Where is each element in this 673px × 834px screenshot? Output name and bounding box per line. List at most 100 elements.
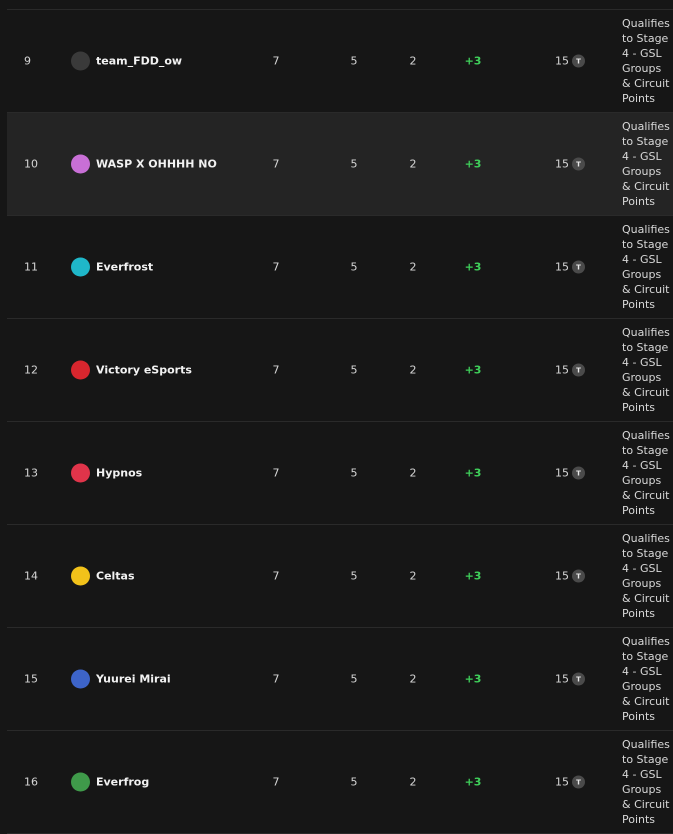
team-cell[interactable]: Yuurei Mirai — [71, 669, 171, 689]
played-cell: 7 — [272, 672, 280, 686]
wins-cell: 5 — [350, 260, 358, 274]
team-name[interactable]: Everfrog — [96, 776, 149, 789]
points-badge-icon: T — [572, 672, 585, 686]
team-name[interactable]: Hypnos — [96, 467, 142, 480]
points-cell: 15 T — [555, 672, 585, 686]
losses-cell: 2 — [409, 569, 417, 583]
victory-logo-icon — [71, 360, 90, 380]
wins-cell: 5 — [350, 157, 358, 171]
everfrost-logo-icon — [71, 257, 90, 277]
played-cell: 7 — [272, 775, 280, 789]
team-name[interactable]: Everfrost — [96, 261, 153, 274]
table-row[interactable]: 14 Celtas 7 5 2 +3 15 T Qualifies to Stage 4 - G… — [7, 525, 673, 628]
outcome-text: Qualifies to Stage 4 - GSL Groups & Circ… — [622, 532, 670, 620]
table-row[interactable]: 13 Hypnos 7 5 2 +3 15 T Qualifies to Stage 4 - G… — [7, 422, 673, 525]
map-diff-cell: +3 — [464, 54, 482, 68]
outcome-text: Qualifies to Stage 4 - GSL Groups & Circ… — [622, 223, 670, 311]
rank-cell: 15 — [24, 672, 38, 686]
rank-cell: 16 — [24, 775, 38, 789]
played-cell: 7 — [272, 466, 280, 480]
rank-cell: 12 — [24, 363, 38, 377]
team-name[interactable]: Yuurei Mirai — [96, 673, 171, 686]
points-value: 15 — [555, 569, 569, 583]
points-badge-icon: T — [572, 54, 585, 68]
rank-cell: 11 — [24, 260, 38, 274]
table-row[interactable]: 11 Everfrost 7 5 2 +3 15 T Qualifies to Stage 4 … — [7, 216, 673, 319]
team-name[interactable]: team_FDD_ow — [96, 55, 182, 68]
table-row[interactable]: 15 Yuurei Mirai 7 5 2 +3 15 T Qualifies to Stage… — [7, 628, 673, 731]
outcome-text: Qualifies to Stage 4 - GSL Groups & Circ… — [622, 326, 670, 414]
wins-cell: 5 — [350, 775, 358, 789]
table-row[interactable]: 16 Everfrog 7 5 2 +3 15 T Qualifies to Stage 4 -… — [7, 731, 673, 834]
played-cell: 7 — [272, 363, 280, 377]
points-badge-icon: T — [572, 260, 585, 274]
outcome-text: Qualifies to Stage 4 - GSL Groups & Circ… — [622, 635, 670, 723]
outcome-text: Qualifies to Stage 4 - GSL Groups & Circ… — [622, 429, 670, 517]
map-diff-cell: +3 — [464, 569, 482, 583]
map-diff-cell: +3 — [464, 775, 482, 789]
team-cell[interactable]: Hypnos — [71, 463, 142, 483]
points-value: 15 — [555, 466, 569, 480]
points-value: 15 — [555, 260, 569, 274]
points-cell: 15 T — [555, 260, 585, 274]
points-badge-icon: T — [572, 157, 585, 171]
points-cell: 15 T — [555, 569, 585, 583]
points-cell: 15 T — [555, 466, 585, 480]
points-cell: 15 T — [555, 54, 585, 68]
table-row[interactable]: 12 Victory eSports 7 5 2 +3 15 T Qualifies to St… — [7, 319, 673, 422]
rank-cell: 14 — [24, 569, 38, 583]
played-cell: 7 — [272, 260, 280, 274]
team-name[interactable]: Celtas — [96, 570, 135, 583]
map-diff-cell: +3 — [464, 363, 482, 377]
losses-cell: 2 — [409, 363, 417, 377]
wins-cell: 5 — [350, 363, 358, 377]
team-cell[interactable]: WASP X OHHHH NO — [71, 154, 217, 174]
map-diff-cell: +3 — [464, 157, 482, 171]
map-diff-cell: +3 — [464, 466, 482, 480]
wins-cell: 5 — [350, 54, 358, 68]
points-value: 15 — [555, 672, 569, 686]
table-row[interactable]: 9 team_FDD_ow 7 5 2 +3 15 T Qualifies to Stage 4… — [7, 10, 673, 113]
losses-cell: 2 — [409, 672, 417, 686]
wins-cell: 5 — [350, 569, 358, 583]
team-cell[interactable]: Victory eSports — [71, 360, 192, 380]
points-badge-icon: T — [572, 775, 585, 789]
outcome-text: Qualifies to Stage 4 - GSL Groups & Circ… — [622, 120, 670, 208]
wins-cell: 5 — [350, 466, 358, 480]
team-name[interactable]: Victory eSports — [96, 364, 192, 377]
team-cell[interactable]: Everfrost — [71, 257, 153, 277]
losses-cell: 2 — [409, 260, 417, 274]
yuurei-mirai-logo-icon — [71, 669, 90, 689]
team-cell[interactable]: team_FDD_ow — [71, 51, 182, 71]
hypnos-logo-icon — [71, 463, 90, 483]
losses-cell: 2 — [409, 466, 417, 480]
played-cell: 7 — [272, 157, 280, 171]
losses-cell: 2 — [409, 54, 417, 68]
points-badge-icon: T — [572, 569, 585, 583]
rank-cell: 10 — [24, 157, 38, 171]
points-value: 15 — [555, 54, 569, 68]
points-badge-icon: T — [572, 363, 585, 377]
losses-cell: 2 — [409, 157, 417, 171]
outcome-text: Qualifies to Stage 4 - GSL Groups & Circ… — [622, 738, 670, 826]
team-cell[interactable]: Everfrog — [71, 772, 149, 792]
team-cell[interactable]: Celtas — [71, 566, 135, 586]
points-value: 15 — [555, 775, 569, 789]
points-badge-icon: T — [572, 466, 585, 480]
wins-cell: 5 — [350, 672, 358, 686]
everfrog-logo-icon — [71, 772, 90, 792]
points-cell: 15 T — [555, 363, 585, 377]
outcome-text: Qualifies to Stage 4 - GSL Groups & Circ… — [622, 17, 670, 105]
played-cell: 7 — [272, 569, 280, 583]
standings-table: 9 team_FDD_ow 7 5 2 +3 15 T Qualifies to Stage 4… — [7, 9, 673, 834]
rank-cell: 9 — [24, 54, 31, 68]
map-diff-cell: +3 — [464, 672, 482, 686]
losses-cell: 2 — [409, 775, 417, 789]
points-cell: 15 T — [555, 775, 585, 789]
table-row[interactable]: 10 WASP X OHHHH NO 7 5 2 +3 15 T Qualifies to St… — [7, 113, 673, 216]
points-value: 15 — [555, 157, 569, 171]
team-name[interactable]: WASP X OHHHH NO — [96, 158, 217, 171]
team-fdd-logo-icon — [71, 51, 90, 71]
map-diff-cell: +3 — [464, 260, 482, 274]
points-value: 15 — [555, 363, 569, 377]
